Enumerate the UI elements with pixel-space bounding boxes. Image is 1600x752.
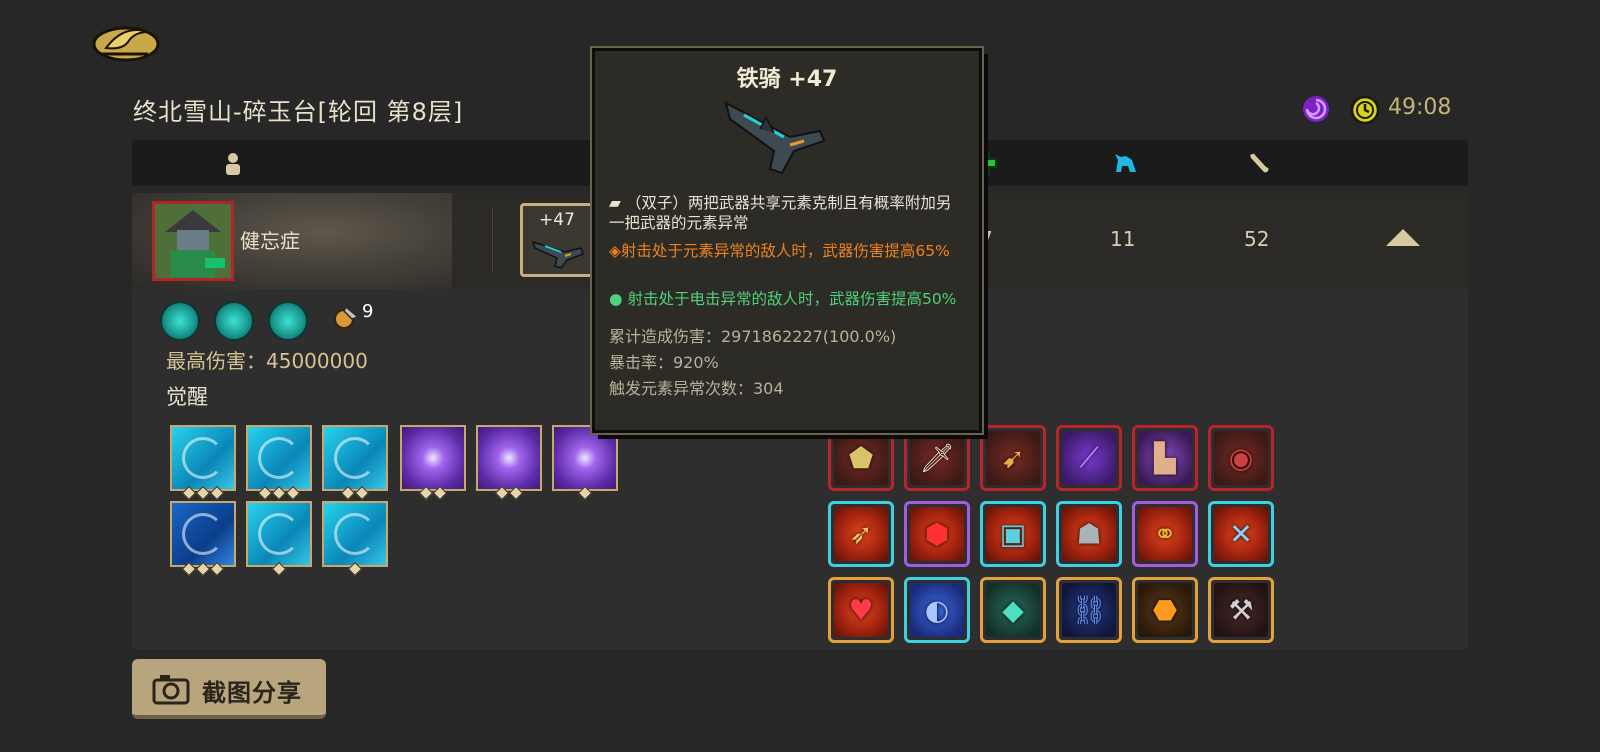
weapon-level: +47 xyxy=(539,210,575,230)
awaken-ice-icon[interactable] xyxy=(170,425,236,501)
player-icon xyxy=(226,153,240,175)
item-statue-icon[interactable]: ☗ xyxy=(1056,501,1122,567)
screenshot-share-button[interactable]: 截图分享 xyxy=(132,659,326,719)
axe-coin-icon xyxy=(334,305,360,329)
awaken-ice-icon[interactable] xyxy=(322,425,388,501)
item-axe-icon[interactable]: ⚒ xyxy=(1208,577,1274,643)
tooltip-description: ▰ （双子）两把武器共享元素克制且有概率附加另一把武器的元素异常 xyxy=(609,194,952,232)
coin-count: 9 xyxy=(362,301,374,322)
item-bow-icon[interactable]: ➹ xyxy=(980,425,1046,491)
awaken-lightning-icon[interactable] xyxy=(476,425,542,501)
item-blades-icon[interactable]: ✕ xyxy=(1208,501,1274,567)
clock-icon xyxy=(1350,95,1380,125)
item-arrow-icon[interactable]: ➶ xyxy=(828,501,894,567)
stat-bone: 52 xyxy=(1244,227,1270,251)
item-heart-icon[interactable]: ♥ xyxy=(828,577,894,643)
item-boots-icon[interactable]: ⬟ xyxy=(828,425,894,491)
item-coins-icon[interactable]: ⚭ xyxy=(1132,501,1198,567)
awaken-water-icon[interactable] xyxy=(170,501,236,577)
item-crystal-sword-icon[interactable]: ⟋ xyxy=(1056,425,1122,491)
pet-icon xyxy=(1115,154,1136,172)
item-cube-icon[interactable]: ▣ xyxy=(980,501,1046,567)
awaken-ice-icon[interactable] xyxy=(246,425,312,501)
tooltip-crit-rate: 暴击率：920% xyxy=(609,353,719,372)
divider xyxy=(492,207,493,273)
item-dagger-icon[interactable]: 🗡 xyxy=(904,425,970,491)
item-ruby-icon[interactable]: ⬢ xyxy=(904,501,970,567)
collapse-arrow-icon[interactable] xyxy=(1386,229,1420,246)
item-boot-icon[interactable]: ▙ xyxy=(1132,425,1198,491)
bone-icon xyxy=(1250,153,1269,173)
skill-icon[interactable] xyxy=(160,301,200,341)
weapon-tooltip: 铁骑 +47 ▰ （双子）两把武器共享元素克制且有概率附加另一把武器的元素异常 … xyxy=(592,48,982,433)
camera-icon xyxy=(152,675,190,705)
share-label: 截图分享 xyxy=(202,679,302,707)
awaken-lightning-icon[interactable] xyxy=(400,425,466,501)
max-damage: 最高伤害：45000000 xyxy=(166,349,368,373)
item-orb-icon[interactable]: ◐ xyxy=(904,577,970,643)
tooltip-title: 铁骑 +47 xyxy=(736,67,838,92)
item-amber-icon[interactable]: ⬣ xyxy=(1132,577,1198,643)
skill-icon[interactable] xyxy=(268,301,308,341)
back-icon[interactable] xyxy=(88,18,160,66)
item-gem-icon[interactable]: ◆ xyxy=(980,577,1046,643)
awaken-label: 觉醒 xyxy=(166,385,208,409)
awaken-lightning-icon[interactable] xyxy=(552,425,618,501)
skill-icon[interactable] xyxy=(214,301,254,341)
weapon-slot[interactable]: +47 xyxy=(520,203,594,277)
tooltip-bonus-shock: ● 射击处于电击异常的敌人时，武器伤害提高50% xyxy=(609,290,957,308)
portal-icon xyxy=(1303,96,1329,122)
avatar xyxy=(152,201,234,281)
tooltip-trigger-count: 触发元素异常次数：304 xyxy=(609,379,784,398)
player-name: 健忘症 xyxy=(240,229,300,253)
rifle-icon xyxy=(724,101,826,175)
tooltip-bonus-element: ◈射击处于元素异常的敌人时，武器伤害提高65% xyxy=(609,242,950,260)
awaken-ice-icon[interactable] xyxy=(246,501,312,577)
item-drum-icon[interactable]: ◉ xyxy=(1208,425,1274,491)
level-title: 终北雪山-碎玉台[轮回 第8层] xyxy=(133,98,464,126)
rifle-icon xyxy=(531,240,584,269)
tooltip-total-damage: 累计造成伤害：2971862227(100.0%) xyxy=(609,327,897,346)
stat-pet: 11 xyxy=(1110,227,1136,251)
item-chain-icon[interactable]: ⛓ xyxy=(1056,577,1122,643)
awaken-ice-figure-icon[interactable] xyxy=(322,501,388,577)
timer: 49:08 xyxy=(1388,95,1452,120)
